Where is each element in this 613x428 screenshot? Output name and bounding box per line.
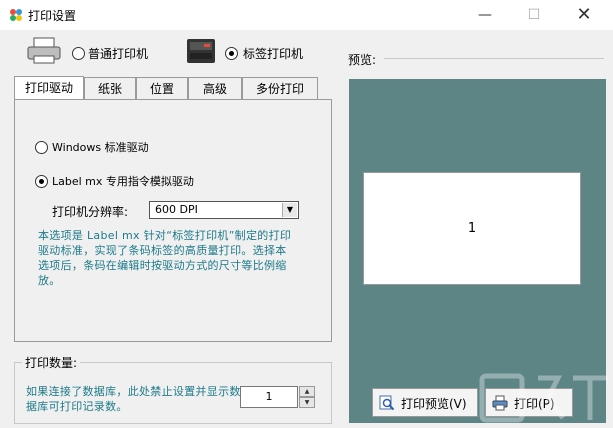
- increment-button[interactable]: ▲: [299, 386, 315, 397]
- print-preview-label: 打印预览(V): [401, 397, 467, 411]
- tab-driver[interactable]: 打印驱动: [14, 76, 84, 100]
- label-printer-icon: [187, 39, 215, 63]
- decrement-button[interactable]: ▼: [299, 397, 315, 408]
- preview-label: 预览:: [348, 53, 377, 67]
- normal-printer-radio[interactable]: [72, 47, 85, 60]
- normal-printer-label: 普通打印机: [88, 47, 149, 61]
- tab-paper[interactable]: 纸张: [84, 77, 136, 99]
- preview-divider: [384, 58, 604, 59]
- chevron-down-icon[interactable]: ▼: [282, 203, 297, 217]
- windows-driver-label: Windows 标准驱动: [52, 141, 149, 154]
- tab-position[interactable]: 位置: [136, 77, 188, 99]
- title-bar: 打印设置 — ☐ ✕: [0, 0, 613, 30]
- resolution-select[interactable]: 600 DPI ▼: [149, 201, 299, 219]
- resolution-label: 打印机分辨率:: [52, 205, 129, 219]
- print-preview-button[interactable]: 打印预览(V): [372, 388, 478, 417]
- maximize-button[interactable]: ☐: [511, 0, 557, 30]
- desktop-printer-icon: [27, 37, 61, 64]
- label-printer-label: 标签打印机: [243, 47, 304, 61]
- windows-driver-radio[interactable]: [35, 141, 48, 154]
- quantity-stepper: 1 ▲ ▼: [240, 386, 316, 408]
- tab-multi-copy[interactable]: 多份打印: [242, 77, 318, 99]
- tab-advanced[interactable]: 高级: [188, 77, 242, 99]
- watermark-logo-icon: [479, 373, 608, 423]
- driver-tab-panel: [14, 99, 332, 342]
- quantity-hint-text: 如果连接了数据库，此处禁止设置并显示数据库可打印记录数。: [26, 385, 241, 413]
- driver-hint-text: 本选项是 Label mx 针对“标签打印机”制定的打印驱动标准，实现了条码标签…: [38, 229, 292, 287]
- close-button[interactable]: ✕: [561, 0, 607, 30]
- preview-paper: 1: [363, 172, 581, 285]
- preview-page-text: 1: [467, 221, 477, 236]
- labelmx-driver-radio[interactable]: [35, 175, 48, 188]
- window-title: 打印设置: [28, 9, 77, 23]
- magnifier-icon: [379, 395, 395, 411]
- minimize-button[interactable]: —: [462, 0, 508, 30]
- quantity-input[interactable]: 1: [240, 386, 298, 408]
- label-printer-radio[interactable]: [225, 47, 238, 60]
- labelmx-driver-label: Label mx 专用指令模拟驱动: [52, 175, 194, 188]
- quantity-title: 打印数量:: [22, 354, 81, 371]
- resolution-value: 600 DPI: [155, 203, 198, 216]
- app-logo-icon: [10, 9, 22, 21]
